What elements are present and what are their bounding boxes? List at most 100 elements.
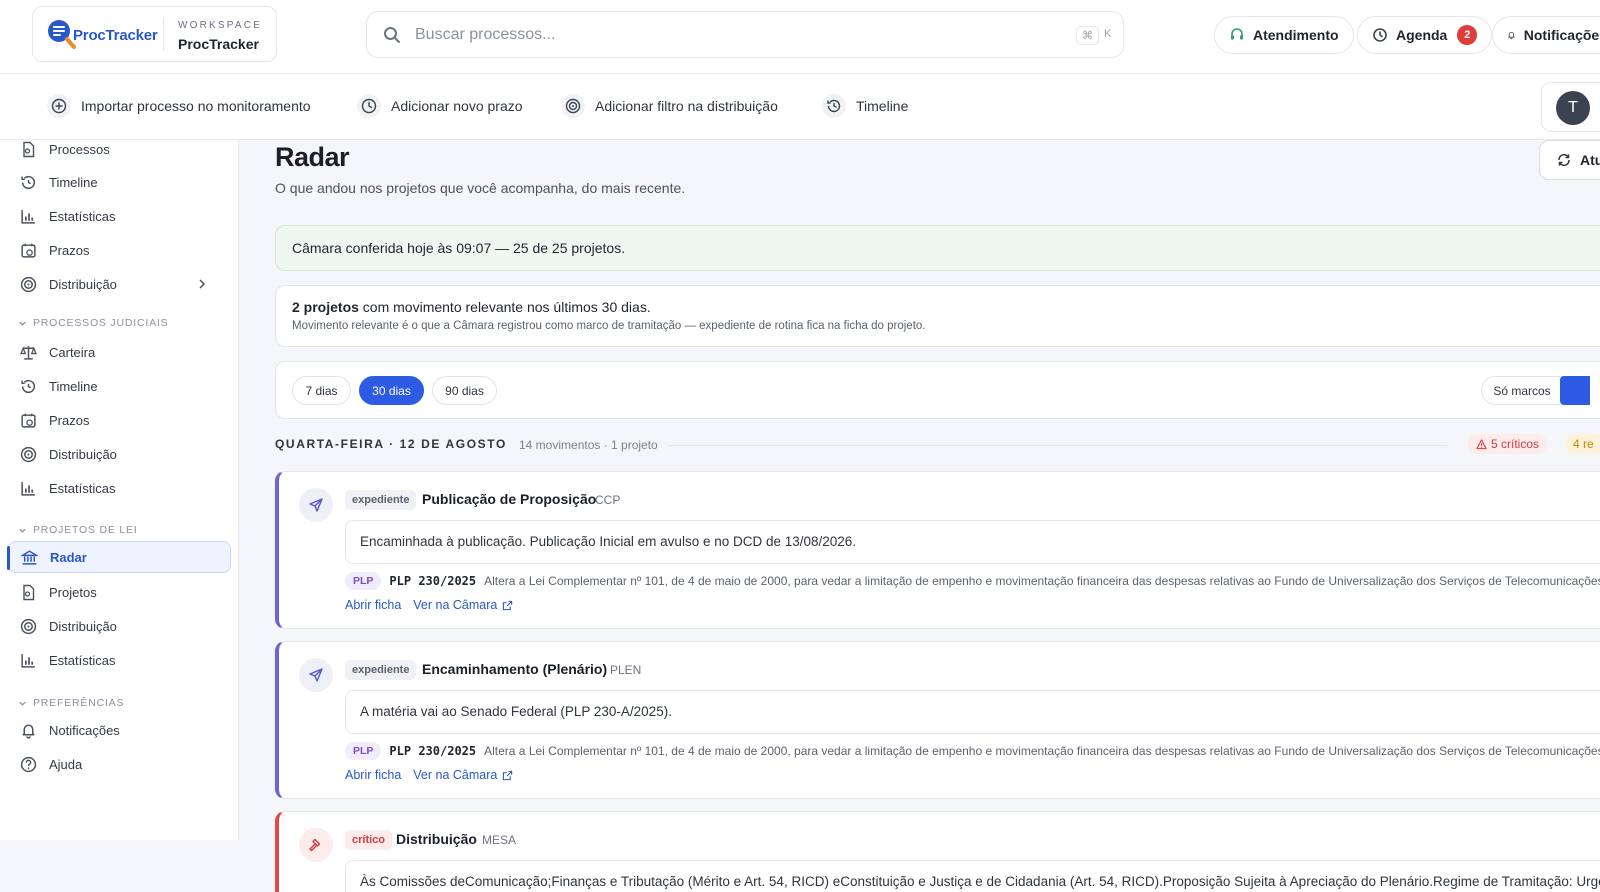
chevron-down-icon — [19, 701, 26, 706]
all-movements-toggle[interactable] — [1560, 376, 1590, 405]
import-process-action[interactable]: Importar processo no monitoramento — [47, 94, 311, 118]
sidebar-item-prazos-judicial[interactable]: Prazos — [8, 404, 231, 436]
sidebar-item-label: Processos — [49, 141, 110, 157]
bar-chart-icon — [21, 481, 35, 496]
chevron-down-icon — [19, 321, 26, 326]
sidebar-item-notificacoes[interactable]: Notificações — [8, 714, 231, 746]
notificacoes-button[interactable]: Notificações — [1492, 16, 1600, 54]
summary-box: 2 projetos com movimento relevante nos ú… — [275, 285, 1600, 347]
search-box[interactable]: ⌘ K — [366, 11, 1124, 58]
project-number: PLP 230/2025 — [389, 744, 477, 758]
add-deadline-action[interactable]: Adicionar novo prazo — [357, 94, 523, 118]
workspace-label: WORKSPACE — [178, 20, 263, 31]
movement-title: Publicação de Proposição — [422, 491, 597, 507]
filter-30-dias[interactable]: 30 dias — [359, 376, 424, 405]
view-camara-link[interactable]: Ver na Câmara — [413, 598, 513, 612]
external-link-icon — [503, 600, 513, 610]
radar-icon — [20, 618, 37, 634]
refresh-button[interactable]: Atu — [1539, 140, 1600, 180]
open-ficha-link[interactable]: Abrir ficha — [345, 598, 401, 612]
chevron-down-icon — [19, 528, 26, 533]
sidebar: Processos Timeline Estatísticas Prazos D… — [0, 140, 239, 840]
search-input[interactable] — [415, 18, 1035, 52]
bar-chart-icon — [21, 209, 35, 224]
movement-organ: CCP — [595, 493, 621, 507]
day-meta: 14 movimentos · 1 projeto — [519, 438, 658, 452]
sidebar-item-processos[interactable]: Processos — [8, 133, 231, 165]
summary-line: 2 projetos com movimento relevante nos ú… — [292, 299, 1598, 315]
refresh-label: Atu — [1580, 152, 1600, 168]
sidebar-item-distribuicao[interactable]: Distribuição — [8, 268, 231, 300]
user-menu[interactable]: T — [1541, 82, 1600, 132]
shortcut-k-key: K — [1104, 28, 1112, 40]
main-content: Radar O que andou nos projetos que você … — [239, 140, 1600, 892]
file-search-icon — [23, 584, 35, 600]
section-processos-judiciais[interactable]: PROCESSOS JUDICIAIS — [18, 317, 168, 329]
add-filter-action[interactable]: Adicionar filtro na distribuição — [561, 94, 778, 118]
period-filters: 7 dias 30 dias 90 dias Só marcos — [275, 361, 1600, 419]
timeline-action[interactable]: Timeline — [822, 94, 908, 118]
project-reference: PLP PLP 230/2025 Altera a Lei Complement… — [345, 572, 1600, 590]
sidebar-item-estatisticas-judicial[interactable]: Estatísticas — [8, 472, 231, 504]
sidebar-item-estatisticas-lei[interactable]: Estatísticas — [8, 644, 231, 676]
filter-90-dias[interactable]: 90 dias — [432, 376, 497, 405]
sidebar-item-label: Distribuição — [49, 618, 117, 634]
section-projetos-de-lei[interactable]: PROJETOS DE LEI — [18, 524, 138, 536]
sidebar-item-carteira[interactable]: Carteira — [8, 336, 231, 368]
sidebar-item-label: Estatísticas — [49, 652, 116, 668]
sidebar-item-label: Notificações — [49, 722, 120, 738]
movement-card: expediente Encaminhamento (Plenário) PLE… — [275, 641, 1600, 799]
scale-icon — [20, 345, 37, 360]
day-divider — [667, 445, 1447, 446]
sidebar-item-timeline[interactable]: Timeline — [8, 166, 231, 198]
section-preferencias[interactable]: PREFERÊNCIAS — [18, 697, 124, 709]
movement-card: expediente Publicação de Proposição CCP … — [275, 471, 1600, 629]
brand-name: ProcTracker — [73, 27, 158, 44]
atendimento-button[interactable]: Atendimento — [1214, 16, 1354, 54]
workspace-switcher[interactable]: ProcTracker WORKSPACE ProcTracker — [32, 6, 277, 62]
open-ficha-label: Abrir ficha — [345, 598, 402, 612]
view-camara-link[interactable]: Ver na Câmara — [413, 768, 513, 782]
summary-text: com movimento relevante nos últimos 30 d… — [358, 299, 651, 315]
send-icon — [299, 488, 333, 522]
notificacoes-label: Notificações — [1523, 27, 1600, 43]
page-subtitle: O que andou nos projetos que você acompa… — [275, 180, 686, 196]
so-marcos-toggle[interactable]: Só marcos — [1481, 376, 1563, 405]
summary-note: Movimento relevante é o que a Câmara reg… — [292, 320, 926, 332]
project-type-tag: PLP — [345, 742, 382, 760]
sidebar-item-timeline-judicial[interactable]: Timeline — [8, 370, 231, 402]
sidebar-item-prazos[interactable]: Prazos — [8, 234, 231, 266]
history-icon — [21, 379, 36, 393]
movement-description: Às Comissões deComunicação;Finanças e Tr… — [345, 860, 1600, 892]
sidebar-item-distribuicao-judicial[interactable]: Distribuição — [8, 438, 231, 470]
radar-icon — [20, 446, 37, 462]
sidebar-item-label: Prazos — [49, 242, 90, 258]
add-filter-label: Adicionar filtro na distribuição — [595, 98, 778, 114]
movement-type-tag: expediente — [345, 490, 417, 510]
clock-icon — [1373, 28, 1387, 42]
open-ficha-link[interactable]: Abrir ficha — [345, 768, 401, 782]
movement-organ: PLEN — [610, 663, 642, 677]
agenda-button[interactable]: Agenda 2 — [1357, 16, 1493, 54]
bell-icon — [22, 723, 35, 739]
calendar-clock-icon — [21, 413, 36, 428]
movement-title: Distribuição — [396, 831, 477, 847]
section-label: PREFERÊNCIAS — [33, 697, 125, 709]
sidebar-item-estatisticas[interactable]: Estatísticas — [8, 200, 231, 232]
view-camara-label: Ver na Câmara — [413, 768, 498, 782]
chevron-right-icon — [199, 279, 206, 289]
sidebar-item-label: Estatísticas — [49, 208, 116, 224]
bell-icon — [1508, 31, 1515, 40]
movement-type-tag: crítico — [345, 830, 393, 850]
sidebar-item-label: Timeline — [49, 174, 98, 190]
sidebar-item-ajuda[interactable]: Ajuda — [8, 748, 231, 780]
sidebar-item-projetos[interactable]: Projetos — [8, 576, 231, 608]
section-label: PROCESSOS JUDICIAIS — [33, 317, 169, 329]
filter-7-dias[interactable]: 7 dias — [292, 376, 351, 405]
sidebar-item-radar[interactable]: Radar — [7, 541, 231, 573]
project-reference: PLP PLP 230/2025 Altera a Lei Complement… — [345, 742, 1600, 760]
sidebar-item-distribuicao-lei[interactable]: Distribuição — [8, 610, 231, 642]
movement-description: A matéria vai ao Senado Federal (PLP 230… — [345, 690, 1600, 734]
project-number: PLP 230/2025 — [389, 574, 477, 588]
day-group-header: QUARTA-FEIRA · 12 DE AGOSTO 14 movimento… — [275, 433, 1600, 457]
